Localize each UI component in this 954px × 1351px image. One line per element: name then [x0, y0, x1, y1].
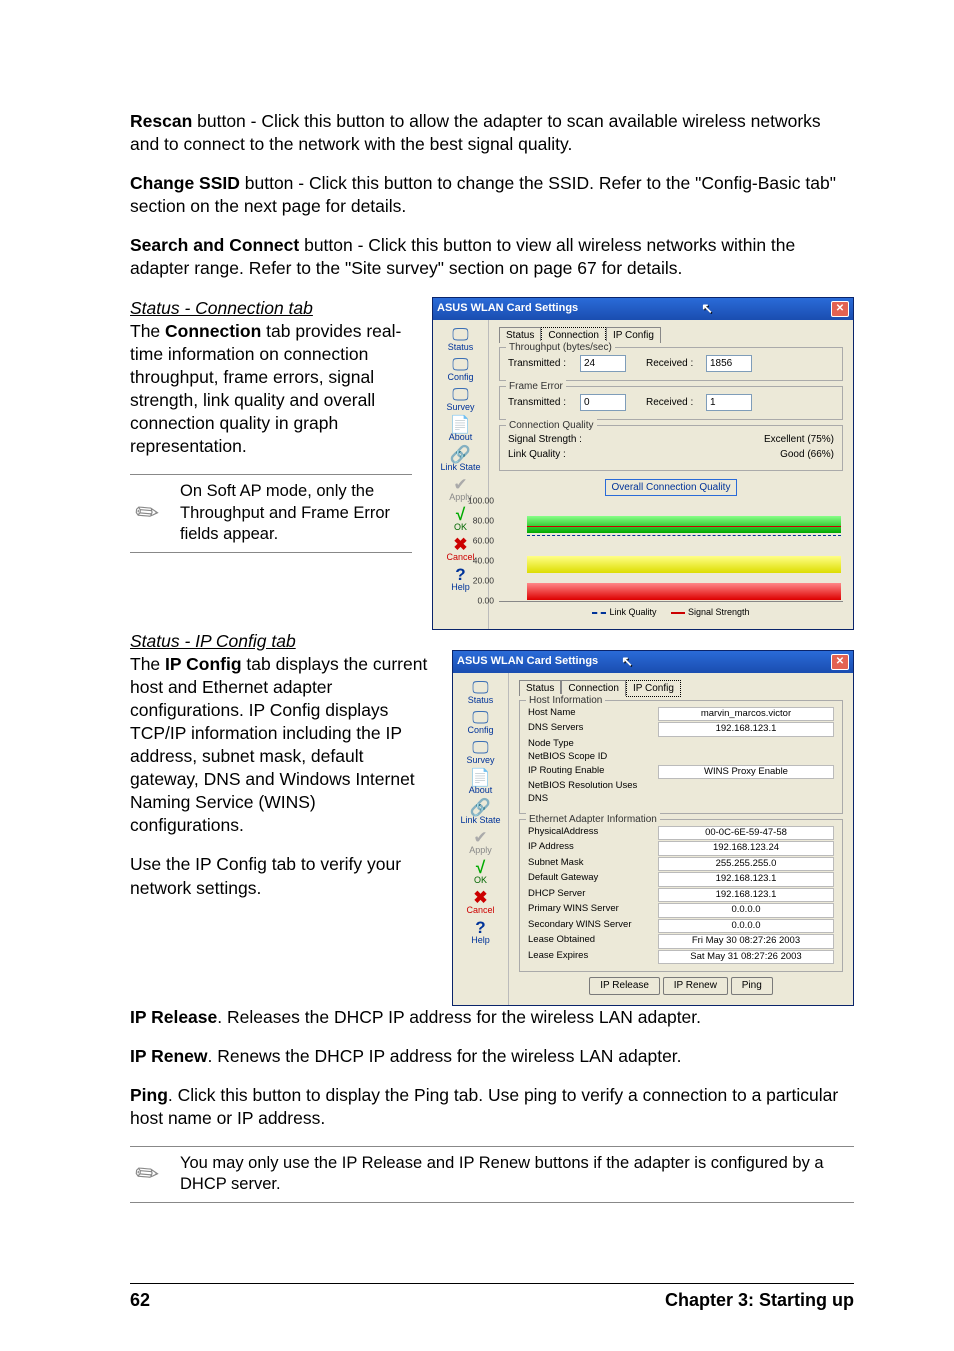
link-icon: 🔗	[440, 446, 480, 463]
info-row: DNS Servers192.168.123.1	[528, 722, 834, 737]
info-row: NetBIOS Resolution Uses DNS	[528, 780, 834, 805]
eth-info-title: Ethernet Adapter Information	[526, 813, 660, 826]
info-row: IP Address192.168.123.24	[528, 841, 834, 856]
note-dhcp: ✎ You may only use the IP Release and IP…	[130, 1146, 854, 1203]
config-icon: 🖵	[447, 356, 473, 373]
sidebar-item-config[interactable]: 🖵Config	[467, 709, 493, 735]
graph-legend: Link Quality Signal Strength	[499, 606, 843, 619]
connq-title: Connection Quality	[506, 419, 597, 432]
close-button[interactable]: ✕	[831, 301, 849, 317]
frameerror-title: Frame Error	[506, 380, 566, 393]
status-icon: 🖵	[448, 326, 474, 343]
ip-release-button[interactable]: IP Release	[589, 977, 660, 994]
close-button[interactable]: ✕	[831, 654, 849, 670]
info-row: Primary WINS Server0.0.0.0	[528, 903, 834, 918]
section-ipconfig-text: The IP Config tab displays the current h…	[130, 653, 432, 838]
cursor-icon: ↖	[621, 652, 633, 670]
throughput-title: Throughput (bytes/sec)	[506, 341, 615, 354]
status-icon: 🖵	[468, 679, 494, 696]
chapter-title: Chapter 3: Starting up	[665, 1290, 854, 1311]
tx-err-value: 0	[580, 394, 626, 411]
survey-icon: 🖵	[446, 386, 474, 403]
link-quality-value: Good (66%)	[780, 448, 834, 461]
sidebar-item-cancel[interactable]: ✖Cancel	[466, 889, 494, 915]
pencil-icon: ✎	[122, 1149, 173, 1200]
sidebar-item-about[interactable]: 📄About	[469, 769, 493, 795]
note-softap: ✎ On Soft AP mode, only the Throughput a…	[130, 474, 412, 552]
sidebar-item-apply: ✔Apply	[469, 829, 492, 855]
ipconfig-window: ASUS WLAN Card Settings ↖ ✕ 🖵Status 🖵Con…	[452, 650, 854, 1006]
tx-value: 24	[580, 355, 626, 372]
sidebar-item-help[interactable]: ?Help	[471, 919, 490, 945]
tab-ipconfig[interactable]: IP Config	[626, 680, 681, 697]
help-icon: ?	[471, 919, 490, 936]
signal-strength-value: Excellent (75%)	[764, 433, 834, 446]
section-connection-text: The Connection tab provides real-time in…	[130, 320, 412, 459]
sidebar-item-ok[interactable]: √OK	[474, 859, 487, 885]
sidebar-item-survey[interactable]: 🖵Survey	[446, 386, 474, 412]
sidebar-item-status[interactable]: 🖵Status	[468, 679, 494, 705]
info-row: Secondary WINS Server0.0.0.0	[528, 919, 834, 934]
sidebar-item-linkstate[interactable]: 🔗Link State	[440, 446, 480, 472]
cursor-icon: ↖	[701, 299, 713, 317]
info-row: Node Type	[528, 738, 834, 751]
survey-icon: 🖵	[466, 739, 494, 756]
ping-button[interactable]: Ping	[731, 977, 773, 994]
info-row: Host Namemarvin_marcos.victor	[528, 707, 834, 722]
sidebar-item-linkstate[interactable]: 🔗Link State	[460, 799, 500, 825]
section-ipconfig-title: Status - IP Config tab	[130, 630, 432, 653]
changessid-bold: Change SSID	[130, 173, 240, 193]
ok-icon: √	[474, 859, 487, 876]
ok-icon: √	[454, 506, 467, 523]
about-icon: 📄	[469, 769, 493, 786]
changessid-paragraph: Change SSID button - Click this button t…	[130, 172, 854, 218]
sidebar-item-help[interactable]: ?Help	[451, 566, 470, 592]
sidebar-item-about[interactable]: 📄About	[449, 416, 473, 442]
ping-paragraph: Ping. Click this button to display the P…	[130, 1084, 854, 1130]
info-row: IP Routing EnableWINS Proxy Enable	[528, 765, 834, 780]
pencil-icon: ✎	[122, 488, 173, 539]
info-row: PhysicalAddress00-0C-6E-59-47-58	[528, 826, 834, 841]
cancel-icon: ✖	[466, 889, 494, 906]
info-row: NetBIOS Scope ID	[528, 751, 834, 764]
sidebar-item-survey[interactable]: 🖵Survey	[466, 739, 494, 765]
iprenew-paragraph: IP Renew. Renews the DHCP IP address for…	[130, 1045, 854, 1068]
info-row: DHCP Server192.168.123.1	[528, 888, 834, 903]
config-icon: 🖵	[467, 709, 493, 726]
rescan-bold: Rescan	[130, 111, 192, 131]
sidebar-item-cancel[interactable]: ✖Cancel	[446, 536, 474, 562]
window-title: ASUS WLAN Card Settings	[457, 654, 831, 669]
sidebar-item-ok[interactable]: √OK	[454, 506, 467, 532]
connection-window: ASUS WLAN Card Settings ↖ ✕ 🖵Status 🖵Con…	[432, 297, 854, 630]
section-connection-title: Status - Connection tab	[130, 297, 412, 320]
apply-icon: ✔	[449, 476, 472, 493]
info-row: Default Gateway192.168.123.1	[528, 872, 834, 887]
iprelease-paragraph: IP Release. Releases the DHCP IP address…	[130, 1006, 854, 1029]
ipconfig-use-text: Use the IP Config tab to verify your net…	[130, 853, 432, 899]
page-number: 62	[130, 1290, 150, 1311]
cancel-icon: ✖	[446, 536, 474, 553]
sidebar-item-status[interactable]: 🖵Status	[448, 326, 474, 352]
about-icon: 📄	[449, 416, 473, 433]
rx-err-value: 1	[706, 394, 752, 411]
page-footer: 62 Chapter 3: Starting up	[130, 1283, 854, 1311]
ip-renew-button[interactable]: IP Renew	[663, 977, 728, 994]
info-row: Lease ExpiresSat May 31 08:27:26 2003	[528, 950, 834, 965]
help-icon: ?	[451, 566, 470, 583]
search-bold: Search and Connect	[130, 235, 299, 255]
rx-value: 1856	[706, 355, 752, 372]
apply-icon: ✔	[469, 829, 492, 846]
sidebar-item-config[interactable]: 🖵Config	[447, 356, 473, 382]
graph-title: Overall Connection Quality	[605, 479, 738, 496]
host-info-title: Host Information	[526, 694, 605, 707]
link-icon: 🔗	[460, 799, 500, 816]
rescan-paragraph: Rescan button - Click this button to all…	[130, 110, 854, 156]
window-title: ASUS WLAN Card Settings	[437, 301, 831, 316]
search-paragraph: Search and Connect button - Click this b…	[130, 234, 854, 280]
info-row: Lease ObtainedFri May 30 08:27:26 2003	[528, 934, 834, 949]
quality-graph: 100.00 80.00 60.00 40.00 20.00 0.00	[499, 501, 843, 602]
info-row: Subnet Mask255.255.255.0	[528, 857, 834, 872]
